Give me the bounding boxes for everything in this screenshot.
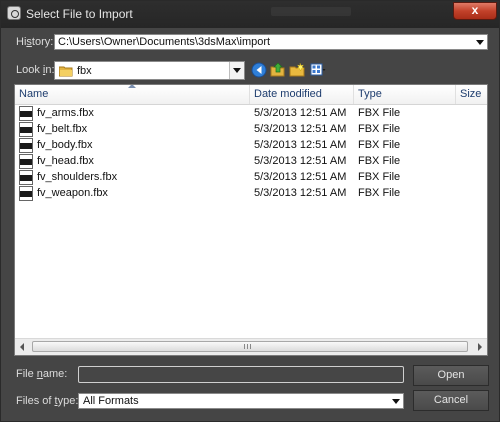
new-folder-icon[interactable]	[289, 62, 305, 78]
grip-icon	[244, 344, 253, 349]
file-name: fv_head.fbx	[37, 155, 94, 167]
file-date: 5/3/2013 12:51 AM	[254, 123, 347, 135]
column-name[interactable]: Name	[15, 85, 249, 104]
open-button[interactable]: Open	[413, 365, 489, 386]
file-row[interactable]: fv_body.fbx 5/3/2013 12:51 AM FBX File	[15, 138, 487, 154]
look-in-dropdown[interactable]: fbx	[54, 61, 245, 80]
app-icon	[7, 6, 21, 20]
file-name: fv_shoulders.fbx	[37, 171, 118, 183]
close-button[interactable]: x	[453, 2, 497, 20]
column-date-modified[interactable]: Date modified	[250, 85, 353, 104]
history-value: C:\Users\Owner\Documents\3dsMax\import	[58, 36, 271, 48]
folder-icon	[59, 66, 73, 77]
file-list[interactable]: Name Date modified Type Size fv_arms.fbx…	[14, 84, 488, 356]
file-type: FBX File	[358, 187, 401, 199]
close-icon: x	[471, 3, 479, 17]
file-name-label: File name:	[16, 368, 68, 380]
file-row[interactable]: fv_arms.fbx 5/3/2013 12:51 AM FBX File	[15, 106, 487, 122]
dialog-title: Select File to Import	[26, 7, 133, 21]
back-icon[interactable]	[251, 62, 267, 78]
file-name-input[interactable]	[78, 366, 404, 383]
cancel-button[interactable]: Cancel	[413, 390, 489, 411]
file-name: fv_weapon.fbx	[37, 187, 108, 199]
fbx-file-icon	[19, 138, 33, 153]
file-name: fv_body.fbx	[37, 139, 93, 151]
file-date: 5/3/2013 12:51 AM	[254, 187, 347, 199]
fbx-file-icon	[19, 106, 33, 121]
file-date: 5/3/2013 12:51 AM	[254, 155, 347, 167]
history-label: History:	[16, 36, 54, 48]
import-dialog: Select File to Import x History: C:\User…	[0, 0, 500, 422]
title-bar[interactable]: Select File to Import x	[1, 1, 499, 28]
column-header: Name Date modified Type Size	[15, 85, 487, 105]
file-type-dropdown[interactable]: All Formats	[78, 393, 404, 409]
view-menu-icon[interactable]	[310, 62, 326, 78]
background-window-title	[271, 7, 351, 16]
scroll-right-icon[interactable]	[478, 343, 482, 351]
file-name: fv_belt.fbx	[37, 123, 88, 135]
chevron-down-icon	[476, 40, 484, 45]
file-type: FBX File	[358, 107, 401, 119]
file-date: 5/3/2013 12:51 AM	[254, 171, 347, 183]
file-type: FBX File	[358, 155, 401, 167]
file-type: FBX File	[358, 171, 401, 183]
up-folder-icon[interactable]	[270, 62, 286, 78]
look-in-dropdown-button[interactable]	[229, 62, 244, 79]
file-row[interactable]: fv_weapon.fbx 5/3/2013 12:51 AM FBX File	[15, 186, 487, 202]
chevron-down-icon	[392, 399, 400, 404]
file-name: fv_arms.fbx	[37, 107, 94, 119]
horizontal-scrollbar[interactable]	[15, 338, 487, 355]
file-row[interactable]: fv_belt.fbx 5/3/2013 12:51 AM FBX File	[15, 122, 487, 138]
column-size[interactable]: Size	[456, 85, 487, 104]
column-type[interactable]: Type	[354, 85, 455, 104]
look-in-label: Look in:	[16, 64, 55, 76]
look-in-value: fbx	[77, 65, 92, 77]
fbx-file-icon	[19, 122, 33, 137]
chevron-down-icon	[233, 68, 241, 73]
file-type: FBX File	[358, 139, 401, 151]
file-date: 5/3/2013 12:51 AM	[254, 139, 347, 151]
history-dropdown[interactable]: C:\Users\Owner\Documents\3dsMax\import	[54, 34, 488, 50]
file-type: FBX File	[358, 123, 401, 135]
file-row[interactable]: fv_head.fbx 5/3/2013 12:51 AM FBX File	[15, 154, 487, 170]
file-type-label: Files of type:	[16, 395, 79, 407]
file-date: 5/3/2013 12:51 AM	[254, 107, 347, 119]
file-row[interactable]: fv_shoulders.fbx 5/3/2013 12:51 AM FBX F…	[15, 170, 487, 186]
scrollbar-thumb[interactable]	[32, 341, 468, 352]
fbx-file-icon	[19, 186, 33, 201]
scroll-left-icon[interactable]	[20, 343, 24, 351]
fbx-file-icon	[19, 170, 33, 185]
file-type-value: All Formats	[83, 395, 139, 407]
fbx-file-icon	[19, 154, 33, 169]
